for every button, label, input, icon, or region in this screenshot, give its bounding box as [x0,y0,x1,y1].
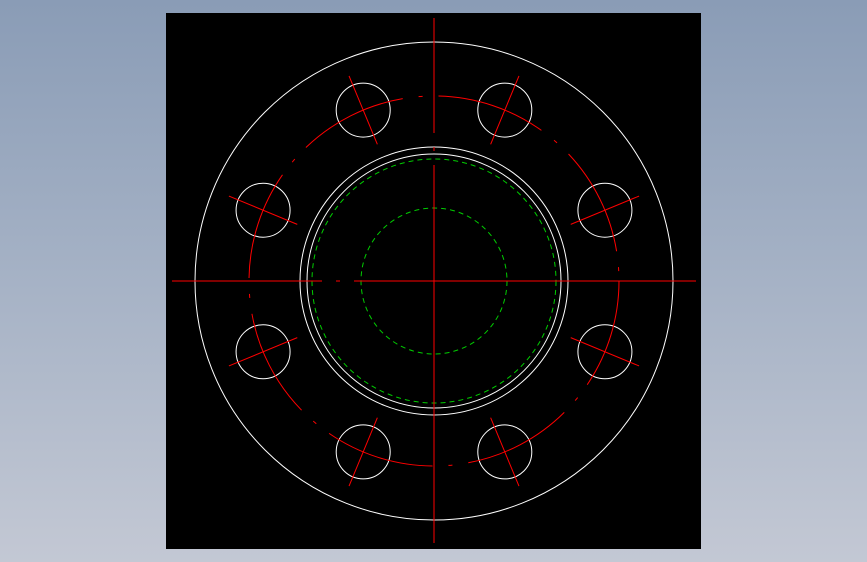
flange-drawing [172,18,696,543]
bolt-radial-centerline-8 [570,337,640,367]
bolt-radial-centerline-1 [570,195,640,225]
bolt-radial-centerline-2 [490,75,520,145]
cad-viewport[interactable] [166,13,701,549]
centerline-layer [172,18,696,543]
bolt-radial-centerline-7 [490,417,520,487]
bolt-radial-centerline-6 [348,417,378,487]
bolt-radial-centerline-5 [228,337,298,367]
bolt-radial-centerline-4 [228,195,298,225]
bolt-radial-centerline-3 [348,75,378,145]
cad-window: { "viewport": { "background": "#000000" … [0,0,867,562]
